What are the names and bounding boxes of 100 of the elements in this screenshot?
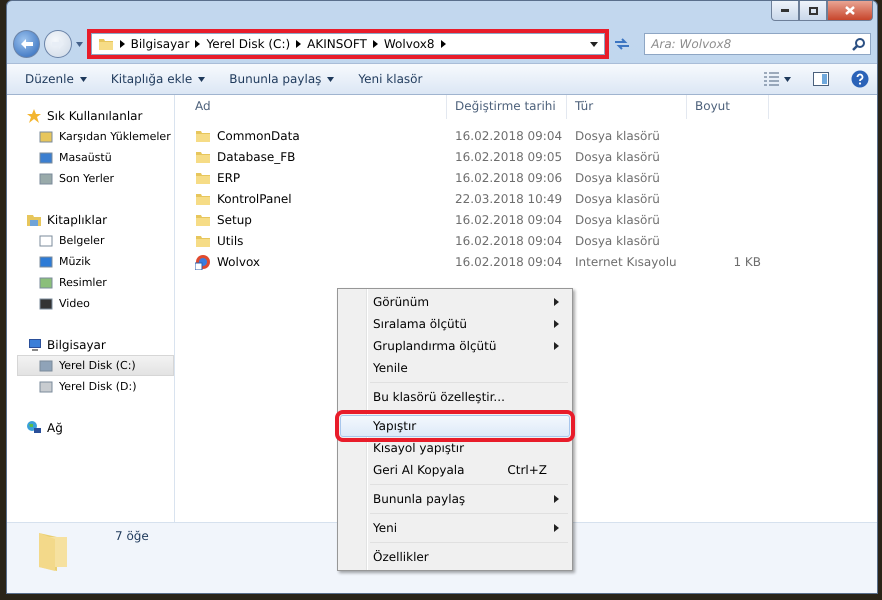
breadcrumb[interactable]: AKINSOFT [307, 37, 367, 51]
refresh-icon[interactable] [612, 36, 630, 52]
caret-icon [80, 76, 87, 82]
minimize-button[interactable] [771, 1, 799, 21]
submenu-arrow-icon [554, 320, 559, 328]
place-icon [38, 358, 54, 374]
chevron-icon [440, 40, 446, 48]
type-cell-text: Dosya klasörü [574, 212, 661, 226]
type-cell-text: Dosya klasörü [574, 150, 661, 164]
place-icon [38, 150, 54, 166]
sidebar-item[interactable]: Müzik [17, 251, 174, 272]
size-cell-text: 1 KB [732, 254, 762, 268]
maximize-icon [808, 6, 818, 14]
menu-item[interactable]: Geri Al Kopyala Ctrl+Z [340, 459, 570, 481]
chevron-icon [372, 40, 378, 48]
sidebar-item[interactable]: Yerel Disk (C:) [17, 355, 174, 376]
type-cell-text: Internet Kısayolu [574, 254, 678, 268]
place-icon [38, 232, 54, 248]
file-name-cell: CommonData [187, 128, 447, 144]
toolbar-button[interactable]: Bununla paylaş [219, 68, 344, 90]
date-cell-text: 16.02.2018 09:04 [454, 254, 564, 268]
breadcrumb[interactable]: Wolvox8 [384, 37, 435, 51]
type-cell-text: Dosya klasörü [574, 128, 661, 142]
place-icon [38, 378, 54, 394]
caret-icon [198, 76, 206, 82]
date-cell-text: 16.02.2018 09:04 [454, 212, 564, 226]
file-name-cell: KontrolPanel [187, 190, 447, 206]
menu-item[interactable]: Görünüm [340, 291, 570, 313]
column-header[interactable]: Tür [567, 95, 687, 119]
place-icon [38, 296, 54, 312]
chevron-icon [195, 40, 200, 48]
type-cell-text: Dosya klasörü [574, 234, 661, 248]
type-cell-text: Dosya klasörü [574, 192, 661, 206]
chevron-icon [120, 40, 125, 48]
sidebar-item[interactable]: Sık Kullanılanlar [17, 105, 174, 126]
submenu-arrow-icon [554, 298, 559, 306]
sidebar-item[interactable]: Masaüstü [17, 147, 174, 168]
forward-button[interactable] [44, 30, 72, 58]
preview-pane-icon[interactable] [813, 72, 829, 86]
toolbar-button[interactable]: Kitaplığa ekle [100, 68, 216, 90]
file-name-cell: Setup [187, 212, 447, 228]
breadcrumb[interactable]: Yerel Disk (C:) [206, 37, 290, 51]
place-icon [38, 254, 54, 270]
computer-icon [26, 336, 42, 352]
menu-item[interactable]: Yenile [340, 357, 570, 379]
sidebar-item[interactable]: Ağ [17, 417, 174, 438]
menu-item[interactable]: Gruplandırma ölçütü [340, 335, 570, 357]
view-options-icon[interactable] [764, 72, 780, 86]
caret-icon [784, 76, 791, 82]
search-icon [852, 38, 866, 50]
menu-item[interactable]: Yeni [340, 517, 570, 539]
sidebar-item[interactable]: Karşıdan Yüklemeler [17, 126, 174, 147]
file-name-cell: Database_FB [187, 148, 447, 164]
submenu-arrow-icon [554, 342, 559, 350]
date-cell-text: 16.02.2018 09:04 [454, 128, 564, 142]
column-header[interactable]: Değiştirme tarihi [447, 95, 567, 119]
star-icon [26, 108, 42, 124]
back-button[interactable] [13, 30, 40, 58]
folder-icon [98, 36, 114, 52]
sidebar-item[interactable]: Bilgisayar [17, 334, 174, 355]
file-name-cell: ERP [187, 170, 447, 186]
menu-item[interactable]: Bu klasörü özelleştir... [340, 386, 570, 408]
toolbar-button[interactable]: Yeni klasör [348, 68, 432, 90]
help-icon[interactable] [851, 70, 869, 88]
date-cell-text: 16.02.2018 09:06 [454, 170, 564, 184]
shortcut-icon [195, 254, 211, 270]
item-count: 7 öğe [115, 529, 149, 543]
sidebar-item[interactable]: Kitaplıklar [17, 209, 174, 230]
column-header[interactable]: Ad [187, 95, 447, 119]
submenu-arrow-icon [554, 524, 559, 532]
sidebar-item[interactable]: Son Yerler [17, 168, 174, 189]
date-cell-text: 16.02.2018 09:04 [454, 234, 564, 248]
chevron-icon [296, 40, 302, 48]
sidebar-item[interactable]: Resimler [17, 272, 174, 293]
back-arrow-icon [20, 38, 34, 50]
caret-icon [327, 76, 334, 82]
file-name-cell: Wolvox [187, 254, 447, 270]
sidebar-item[interactable]: Belgeler [17, 230, 174, 251]
address-bar[interactable]: Bilgisayar Yerel Disk (C:) AKINSOFT Wolvox8 [90, 33, 605, 55]
menu-item[interactable]: Bununla paylaş [340, 488, 570, 510]
menu-item[interactable]: Özellikler [340, 546, 570, 568]
minimize-icon [781, 9, 789, 12]
dropdown-caret-icon [590, 42, 598, 46]
breadcrumb[interactable]: Bilgisayar [130, 37, 190, 51]
close-button[interactable] [827, 1, 873, 21]
date-cell-text: 22.03.2018 10:49 [454, 192, 564, 206]
menu-item[interactable]: Kısayol yapıştır [340, 437, 570, 459]
menu-item[interactable]: Sıralama ölçütü [340, 313, 570, 335]
place-icon [38, 128, 54, 144]
sidebar-item[interactable]: Video [17, 293, 174, 314]
submenu-arrow-icon [554, 495, 559, 503]
type-cell-text: Dosya klasörü [574, 170, 661, 184]
history-caret-icon [76, 42, 83, 46]
toolbar-button[interactable]: Düzenle [15, 68, 97, 90]
date-cell-text: 16.02.2018 09:05 [454, 150, 564, 164]
place-icon [38, 274, 54, 290]
sidebar-item[interactable]: Yerel Disk (D:) [17, 376, 174, 397]
place-icon [38, 170, 54, 186]
maximize-button[interactable] [799, 1, 827, 21]
column-header[interactable]: Boyut [687, 95, 769, 119]
